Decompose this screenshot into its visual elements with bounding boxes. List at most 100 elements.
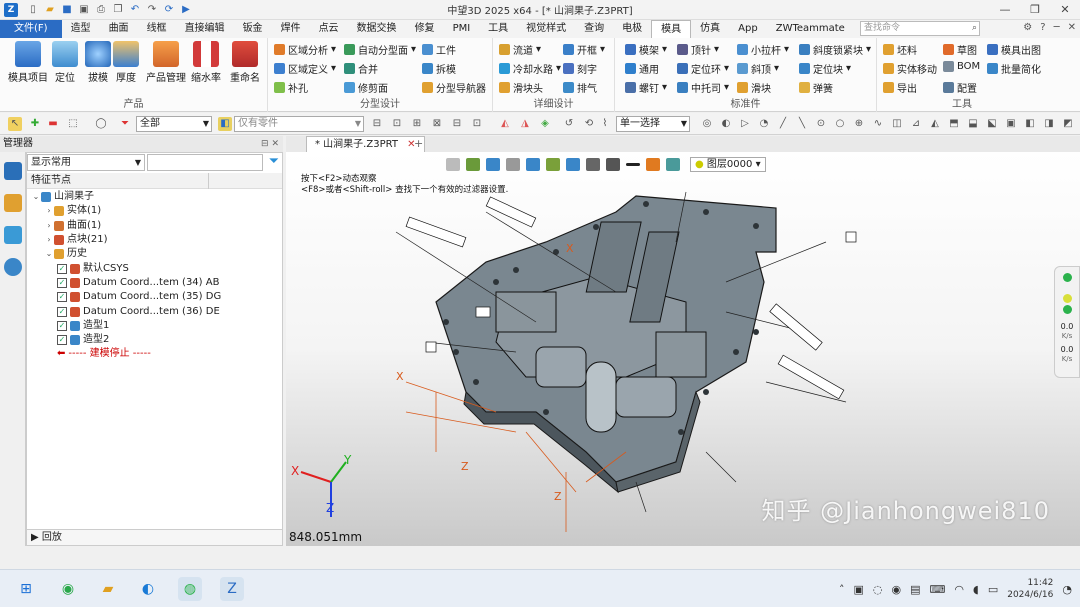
menu-tab[interactable]: 直接编辑 bbox=[176, 20, 234, 38]
tree-node[interactable]: ✓ Datum Coord...tem (35) DG bbox=[27, 290, 282, 304]
tree-node[interactable]: ✓ 造型2 bbox=[27, 333, 282, 347]
tree-node[interactable]: › 点块(21) bbox=[27, 233, 282, 247]
snap-filter-icon[interactable]: ╱ bbox=[776, 117, 790, 131]
menu-tab[interactable]: 钣金 bbox=[234, 20, 272, 38]
bom-button[interactable]: BOM bbox=[943, 61, 980, 72]
menu-tab[interactable]: ZWTeammate bbox=[767, 20, 854, 38]
solid-move-button[interactable]: 实体移动 bbox=[883, 61, 937, 76]
rollback-arrow-icon[interactable]: ⬅ bbox=[57, 347, 65, 361]
plus-icon[interactable]: ✚ bbox=[28, 117, 42, 131]
command-search-input[interactable]: 查找命令 ⌕ bbox=[860, 21, 980, 36]
merge-button[interactable]: 合并 bbox=[344, 61, 378, 76]
tree-node[interactable]: ✓ Datum Coord...tem (36) DE bbox=[27, 304, 282, 318]
snap-icon-9[interactable]: ◈ bbox=[538, 117, 552, 131]
ribbon-close-icon[interactable]: ✕ bbox=[1068, 22, 1076, 33]
tree-node[interactable]: ✓ Datum Coord...tem (34) AB bbox=[27, 276, 282, 290]
export-button[interactable]: 导出 bbox=[883, 80, 917, 95]
parting-navigator-button[interactable]: 分型导航器 bbox=[422, 80, 486, 95]
edge-icon[interactable]: ◐ bbox=[136, 577, 160, 601]
tray-app-icon-4[interactable]: ▤ bbox=[910, 583, 920, 596]
part-mode-icon[interactable]: ◧ bbox=[218, 117, 232, 131]
taper-lock-button[interactable]: 斜度锁紧块 ▾ bbox=[799, 42, 871, 57]
snap-filter-icon[interactable]: ▷ bbox=[738, 117, 752, 131]
snap-filter-icon[interactable]: ◫ bbox=[890, 117, 904, 131]
visibility-checkbox[interactable]: ✓ bbox=[57, 292, 67, 303]
middle-bush-button[interactable]: 中托司 ▾ bbox=[677, 80, 729, 95]
box-select-icon[interactable]: ⬚ bbox=[66, 117, 80, 131]
snap-filter-icon[interactable]: ◎ bbox=[700, 117, 714, 131]
menu-tab[interactable]: 曲面 bbox=[100, 20, 138, 38]
snap-icon-7[interactable]: ◭ bbox=[498, 117, 512, 131]
undo-icon[interactable]: ↶ bbox=[128, 3, 142, 17]
blank-button[interactable]: 坯料 bbox=[883, 42, 917, 57]
menu-tab[interactable]: 仿真 bbox=[691, 20, 729, 38]
settings-icon[interactable]: ⚙ bbox=[1023, 22, 1032, 33]
menu-tab[interactable]: PMI bbox=[444, 20, 480, 38]
tree-node[interactable]: ⌄ 历史 bbox=[27, 247, 282, 261]
tree-node[interactable]: ✓ 造型1 bbox=[27, 319, 282, 333]
generic-button[interactable]: 通用 bbox=[625, 61, 659, 76]
tree-node[interactable]: ⌄ 山涧果子 bbox=[27, 190, 282, 204]
snap-filter-icon[interactable]: ◧ bbox=[1023, 117, 1037, 131]
snap-filter-icon[interactable]: ◐ bbox=[719, 117, 733, 131]
tree-node[interactable]: ✓ 默认CSYS bbox=[27, 261, 282, 275]
select-arrow-icon[interactable]: ↖ bbox=[8, 117, 22, 131]
snap-filter-icon[interactable]: ◭ bbox=[928, 117, 942, 131]
chevron-down-icon[interactable]: ⌄ bbox=[31, 190, 41, 204]
file-menu-button[interactable]: 文件(F) bbox=[0, 20, 62, 38]
column-separator[interactable] bbox=[208, 173, 209, 189]
select-mode-select[interactable]: 单一选择 ▼ bbox=[616, 116, 690, 132]
menu-tab[interactable]: 数据交换 bbox=[348, 20, 406, 38]
tree-node[interactable]: ⬅ ----- 建模停止 ----- bbox=[27, 347, 282, 361]
wechat-icon[interactable]: ◍ bbox=[178, 577, 202, 601]
menu-tab[interactable]: 造型 bbox=[62, 20, 100, 38]
regen-icon[interactable]: ⟳ bbox=[162, 3, 176, 17]
tray-chevron-icon[interactable]: ˄ bbox=[839, 583, 845, 596]
minus-icon[interactable]: ▬ bbox=[46, 117, 60, 131]
zw3d-app-icon[interactable]: Z bbox=[220, 577, 244, 601]
screw-button[interactable]: 螺钉 ▾ bbox=[625, 80, 667, 95]
mold-project-button[interactable]: 模具项目 bbox=[6, 41, 50, 84]
network-status-widget[interactable]: 0.0 K/s 0.0 K/s bbox=[1054, 266, 1080, 378]
battery-icon[interactable]: ▭ bbox=[988, 583, 998, 596]
mold-base-button[interactable]: 模架 ▾ bbox=[625, 42, 667, 57]
engrave-button[interactable]: 刻字 bbox=[563, 61, 597, 76]
shrinkage-button[interactable]: 缩水率 bbox=[186, 41, 226, 84]
print-icon[interactable]: ⎙ bbox=[94, 3, 108, 17]
snap-filter-icon[interactable]: ∿ bbox=[871, 117, 885, 131]
chevron-right-icon[interactable]: › bbox=[44, 204, 54, 218]
menu-tab[interactable]: 修复 bbox=[406, 20, 444, 38]
tree-filter-select[interactable]: 显示常用 ▼ bbox=[27, 154, 145, 171]
step-icon[interactable]: ⌇ bbox=[598, 117, 612, 131]
menu-tab[interactable]: 电极 bbox=[613, 20, 651, 38]
snap-icon-1[interactable]: ⊟ bbox=[370, 117, 384, 131]
funnel-icon[interactable]: ⏷ bbox=[269, 154, 279, 169]
play-icon[interactable]: ▶ bbox=[179, 3, 193, 17]
minimize-button[interactable]: — bbox=[990, 0, 1020, 20]
tray-app-icon-1[interactable]: ▣ bbox=[854, 583, 864, 596]
tray-app-icon-5[interactable]: ⌨ bbox=[930, 583, 946, 596]
snap-filter-icon[interactable]: ⊙ bbox=[814, 117, 828, 131]
small-puller-button[interactable]: 小拉杆 ▾ bbox=[737, 42, 789, 57]
locating-block-button[interactable]: 定位块 ▾ bbox=[799, 61, 851, 76]
minimize-ribbon-icon[interactable]: ─ bbox=[1054, 22, 1060, 33]
snap-icon-5[interactable]: ⊟ bbox=[450, 117, 464, 131]
tree-search-input[interactable] bbox=[147, 154, 263, 171]
vent-button[interactable]: 排气 bbox=[563, 80, 597, 95]
sketch-button[interactable]: 草图 bbox=[943, 42, 977, 57]
snap-filter-icon[interactable]: ◩ bbox=[1061, 117, 1075, 131]
slider-button[interactable]: 滑块 bbox=[737, 80, 771, 95]
visibility-checkbox[interactable]: ✓ bbox=[57, 335, 67, 346]
open-folder-icon[interactable]: ▰ bbox=[43, 3, 57, 17]
trim-face-button[interactable]: 修剪面 bbox=[344, 80, 388, 95]
save-icon[interactable]: ■ bbox=[60, 3, 74, 17]
tray-app-icon-2[interactable]: ◌ bbox=[873, 583, 883, 596]
batch-simplify-button[interactable]: 批量简化 bbox=[987, 61, 1041, 76]
volume-icon[interactable]: ◖ bbox=[973, 583, 979, 596]
frame-open-button[interactable]: 开框 ▾ bbox=[563, 42, 605, 57]
snap-filter-icon[interactable]: ╲ bbox=[795, 117, 809, 131]
snap-filter-icon[interactable]: ◔ bbox=[757, 117, 771, 131]
tray-app-icon-3[interactable]: ◉ bbox=[892, 583, 902, 596]
mold-drawing-button[interactable]: 模具出图 bbox=[987, 42, 1041, 57]
snap-filter-icon[interactable]: ⬒ bbox=[947, 117, 961, 131]
